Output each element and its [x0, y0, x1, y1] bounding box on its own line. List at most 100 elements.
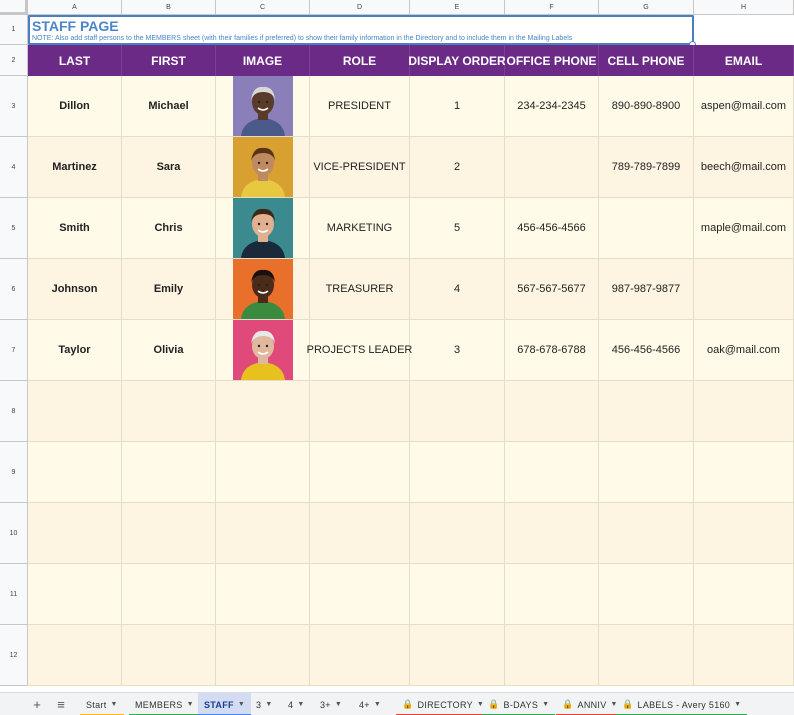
row-number-9[interactable]: 9: [0, 442, 28, 503]
caret-down-icon[interactable]: ▼: [111, 701, 118, 708]
row-number-1[interactable]: 1: [0, 15, 28, 45]
caret-down-icon[interactable]: ▼: [265, 701, 272, 708]
role-cell[interactable]: [310, 564, 410, 625]
office-phone-cell[interactable]: 234-234-2345: [505, 76, 599, 137]
role-cell[interactable]: MARKETING: [310, 198, 410, 259]
role-cell[interactable]: [310, 625, 410, 686]
first-name-cell[interactable]: [122, 381, 216, 442]
last-name-cell[interactable]: [28, 564, 122, 625]
caret-down-icon[interactable]: ▼: [374, 701, 381, 708]
display-order-cell[interactable]: 2: [410, 137, 505, 198]
last-name-cell[interactable]: [28, 625, 122, 686]
last-name-cell[interactable]: [28, 503, 122, 564]
header-cell[interactable]: IMAGE: [216, 45, 310, 76]
caret-down-icon[interactable]: ▼: [187, 701, 194, 708]
cell-phone-cell[interactable]: 987-987-9877: [599, 259, 694, 320]
row-number-7[interactable]: 7: [0, 320, 28, 381]
cell-phone-cell[interactable]: [599, 564, 694, 625]
email-cell[interactable]: [694, 625, 794, 686]
row-number-5[interactable]: 5: [0, 198, 28, 259]
first-name-cell[interactable]: Chris: [122, 198, 216, 259]
sheet-tab-anniv[interactable]: 🔒 ANNIV ▼: [556, 693, 624, 715]
role-cell[interactable]: [310, 381, 410, 442]
role-cell[interactable]: PRESIDENT: [310, 76, 410, 137]
header-cell[interactable]: ROLE: [310, 45, 410, 76]
select-all-corner[interactable]: [0, 0, 28, 15]
spreadsheet-grid[interactable]: ABCDEFGH 1 2 3 4 5 6 7 8 9 10 11 12 STAFF PAGE NOTE…: [0, 0, 794, 692]
sheet-tab-4[interactable]: 4+ ▼: [353, 693, 387, 715]
first-name-cell[interactable]: Olivia: [122, 320, 216, 381]
column-letter-b[interactable]: B: [122, 0, 216, 15]
last-name-cell[interactable]: [28, 442, 122, 503]
email-cell[interactable]: [694, 564, 794, 625]
row-number-11[interactable]: 11: [0, 564, 28, 625]
display-order-cell[interactable]: 4: [410, 259, 505, 320]
sheet-tab-staff[interactable]: STAFF ▼: [198, 693, 252, 715]
image-cell[interactable]: [216, 198, 310, 259]
first-name-cell[interactable]: Emily: [122, 259, 216, 320]
row-number-8[interactable]: 8: [0, 381, 28, 442]
office-phone-cell[interactable]: [505, 503, 599, 564]
image-cell[interactable]: [216, 76, 310, 137]
email-cell[interactable]: [694, 442, 794, 503]
row-number-6[interactable]: 6: [0, 259, 28, 320]
sheet-tab-4[interactable]: 4 ▼: [282, 693, 311, 715]
column-letter-f[interactable]: F: [505, 0, 599, 15]
office-phone-cell[interactable]: [505, 442, 599, 503]
column-letter-e[interactable]: E: [410, 0, 505, 15]
last-name-cell[interactable]: Smith: [28, 198, 122, 259]
image-cell[interactable]: [216, 381, 310, 442]
menu-icon[interactable]: ≡: [51, 693, 71, 715]
email-cell[interactable]: oak@mail.com: [694, 320, 794, 381]
first-name-cell[interactable]: Sara: [122, 137, 216, 198]
role-cell[interactable]: VICE-PRESIDENT: [310, 137, 410, 198]
display-order-cell[interactable]: 1: [410, 76, 505, 137]
office-phone-cell[interactable]: [505, 137, 599, 198]
header-cell[interactable]: DISPLAY ORDER: [408, 45, 506, 76]
first-name-cell[interactable]: Michael: [122, 76, 216, 137]
row-number-4[interactable]: 4: [0, 137, 28, 198]
display-order-cell[interactable]: 3: [410, 320, 505, 381]
plus-icon[interactable]: +: [27, 693, 47, 715]
first-name-cell[interactable]: [122, 442, 216, 503]
column-letter-d[interactable]: D: [310, 0, 410, 15]
sheet-tab-3[interactable]: 3 ▼: [250, 693, 279, 715]
header-cell[interactable]: OFFICE PHONE: [505, 45, 599, 76]
last-name-cell[interactable]: [28, 381, 122, 442]
last-name-cell[interactable]: Johnson: [28, 259, 122, 320]
column-letter-g[interactable]: G: [599, 0, 694, 15]
column-letter-a[interactable]: A: [28, 0, 122, 15]
image-cell[interactable]: [216, 564, 310, 625]
image-cell[interactable]: [216, 503, 310, 564]
display-order-cell[interactable]: 5: [410, 198, 505, 259]
office-phone-cell[interactable]: [505, 564, 599, 625]
display-order-cell[interactable]: [410, 564, 505, 625]
email-cell[interactable]: aspen@mail.com: [694, 76, 794, 137]
row-number-3[interactable]: 3: [0, 76, 28, 137]
cell-phone-cell[interactable]: [599, 503, 694, 564]
office-phone-cell[interactable]: [505, 625, 599, 686]
last-name-cell[interactable]: Taylor: [28, 320, 122, 381]
cell-phone-cell[interactable]: [599, 442, 694, 503]
column-letter-h[interactable]: H: [694, 0, 794, 15]
email-cell[interactable]: beech@mail.com: [694, 137, 794, 198]
office-phone-cell[interactable]: 567-567-5677: [505, 259, 599, 320]
email-cell[interactable]: [694, 503, 794, 564]
header-cell[interactable]: EMAIL: [694, 45, 794, 76]
caret-down-icon[interactable]: ▼: [734, 701, 741, 708]
last-name-cell[interactable]: Dillon: [28, 76, 122, 137]
sheet-tab-members[interactable]: MEMBERS ▼: [129, 693, 200, 715]
header-cell[interactable]: FIRST: [122, 45, 216, 76]
first-name-cell[interactable]: [122, 564, 216, 625]
image-cell[interactable]: [216, 320, 310, 381]
office-phone-cell[interactable]: 456-456-4566: [505, 198, 599, 259]
display-order-cell[interactable]: [410, 381, 505, 442]
header-cell[interactable]: CELL PHONE: [599, 45, 694, 76]
role-cell[interactable]: [310, 442, 410, 503]
caret-down-icon[interactable]: ▼: [542, 701, 549, 708]
row-number-12[interactable]: 12: [0, 625, 28, 686]
image-cell[interactable]: [216, 442, 310, 503]
row-number-2[interactable]: 2: [0, 45, 28, 76]
image-cell[interactable]: [216, 625, 310, 686]
cell-phone-cell[interactable]: [599, 198, 694, 259]
